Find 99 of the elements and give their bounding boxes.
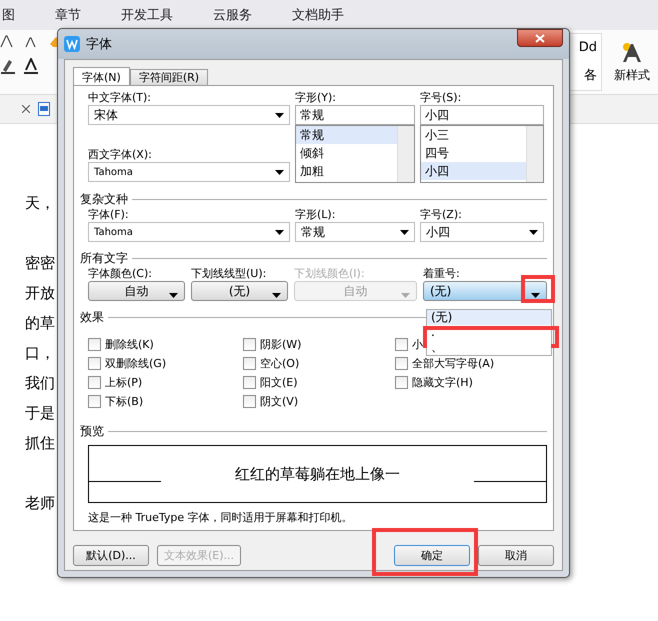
checkbox-label: 上标(P) — [105, 374, 142, 390]
checkbox-label: 空心(O) — [260, 356, 300, 370]
list-item[interactable]: 小四 — [421, 162, 526, 180]
dropdown[interactable]: (无) — [423, 281, 547, 301]
field-label: 字形(L): — [295, 207, 336, 222]
tab[interactable]: 字符间距(R) — [130, 69, 208, 85]
list-box[interactable]: 常规 倾斜 加粗 — [295, 125, 415, 183]
caret-icon — [531, 293, 540, 298]
dropdown[interactable]: 小四 — [420, 222, 544, 242]
list-item[interactable]: 倾斜 — [296, 144, 397, 162]
preview-text: 红红的草莓躺在地上像一 — [234, 464, 401, 484]
dialog-button[interactable]: 确定 — [394, 545, 470, 566]
dropdown[interactable]: 常规 — [295, 222, 415, 242]
checkbox-label: 阴文(V) — [260, 394, 298, 408]
style-sample: Dd — [578, 40, 597, 55]
list-item[interactable]: 小三 — [421, 126, 526, 144]
section-heading: 所有文字 — [80, 250, 128, 266]
dropdown[interactable]: (无) — [191, 281, 288, 301]
caret-icon — [400, 230, 409, 234]
dropdown-option[interactable]: (无) — [427, 310, 551, 325]
font-note: 这是一种 TrueType 字体，同时适用于屏幕和打印机。 — [88, 510, 354, 525]
caret-icon — [275, 112, 284, 118]
document-text: 于是 — [25, 404, 55, 424]
app-logo-icon — [64, 36, 80, 52]
dropdown[interactable]: Tahoma — [88, 162, 290, 182]
caret-icon — [529, 230, 538, 234]
dialog-button[interactable]: 取消 — [478, 545, 554, 566]
caret-icon — [169, 293, 178, 298]
field-label: 中文字体(T): — [88, 90, 152, 105]
input-field[interactable]: 常规 — [295, 105, 415, 125]
menu-item[interactable]: 图 — [2, 6, 15, 24]
checkbox-label: 下标(B) — [105, 394, 144, 408]
menu-item[interactable]: 文档助手 — [292, 6, 344, 24]
close-icon[interactable] — [22, 105, 30, 113]
highlighter-icon[interactable] — [0, 58, 16, 74]
field-label: 字形(Y): — [295, 90, 338, 105]
caret-icon — [275, 170, 284, 174]
field-label: 字体颜色(C): — [88, 266, 153, 281]
font-color-icon[interactable] — [24, 58, 38, 74]
checkbox[interactable] — [88, 376, 101, 388]
field-label: 下划线线型(U): — [191, 266, 268, 281]
dropdown[interactable]: 自动 — [88, 281, 185, 301]
dropdown[interactable]: Tahoma — [88, 222, 290, 242]
list-item[interactable]: 四号 — [421, 144, 526, 162]
tab[interactable]: 字体(N) — [73, 67, 130, 86]
field-label: 字体(F): — [88, 207, 130, 222]
checkbox-label: 全部大写字母(A) — [412, 356, 494, 370]
document-text: 口， — [25, 344, 55, 364]
dialog-button[interactable]: 默认(D)... — [73, 545, 149, 566]
close-button[interactable] — [517, 29, 563, 47]
document-icon[interactable] — [38, 102, 50, 116]
scrollbar[interactable] — [397, 126, 414, 182]
dialog-title: 字体 — [86, 36, 113, 53]
input-field[interactable]: 小四 — [420, 105, 544, 125]
section-heading: 效果 — [80, 308, 104, 326]
caret-icon — [401, 293, 410, 298]
close-icon — [535, 34, 545, 42]
checkbox[interactable] — [88, 356, 101, 370]
document-text: 我们 — [25, 374, 55, 394]
document-text: 抓住 — [25, 434, 55, 454]
caret-icon — [272, 293, 281, 298]
caret-icon — [275, 230, 284, 234]
checkbox-label: 删除线(K) — [105, 336, 154, 352]
checkbox[interactable] — [243, 394, 256, 408]
scrollbar[interactable] — [526, 126, 543, 182]
checkbox-label: 双删除线(G) — [105, 356, 166, 370]
field-label: 着重号: — [423, 266, 461, 281]
checkbox[interactable] — [243, 376, 256, 388]
document-text: 的草 — [25, 314, 55, 334]
checkbox[interactable] — [88, 338, 101, 350]
document-text: 天， — [25, 194, 55, 214]
field-label: 字号(S): — [420, 90, 462, 105]
style-label: 各 — [584, 67, 597, 84]
dropdown[interactable]: 宋体 — [88, 105, 290, 125]
list-box[interactable]: 小三 四号 小四 — [420, 125, 544, 183]
list-item[interactable]: 常规 — [296, 126, 397, 144]
menu-item[interactable]: 开发工具 — [121, 6, 173, 24]
menu-item[interactable]: 章节 — [55, 6, 81, 24]
checkbox-label: 隐藏文字(H) — [412, 374, 473, 390]
menu-item[interactable]: 云服务 — [213, 6, 252, 24]
checkbox-label: 阳文(E) — [260, 374, 298, 390]
field-label: 下划线颜色(I): — [294, 266, 366, 281]
checkbox[interactable] — [395, 376, 408, 388]
new-style-button[interactable]: 新样式 — [610, 40, 654, 84]
checkbox-label: 阴影(W) — [260, 336, 302, 352]
checkbox[interactable] — [88, 394, 101, 408]
section-heading: 复杂文种 — [80, 190, 128, 208]
checkbox[interactable] — [243, 338, 256, 350]
document-text: 密密 — [25, 254, 55, 274]
checkbox[interactable] — [243, 356, 256, 370]
checkbox-label: 小 — [412, 336, 423, 352]
field-label: 西文字体(X): — [88, 147, 153, 162]
list-item[interactable]: 加粗 — [296, 162, 397, 180]
section-heading: 预览 — [80, 422, 104, 440]
document-text: 开放 — [25, 284, 55, 304]
document-text: 老师 — [25, 494, 55, 514]
checkbox[interactable] — [395, 356, 408, 370]
field-label: 字号(Z): — [420, 207, 463, 222]
checkbox[interactable] — [395, 338, 408, 350]
